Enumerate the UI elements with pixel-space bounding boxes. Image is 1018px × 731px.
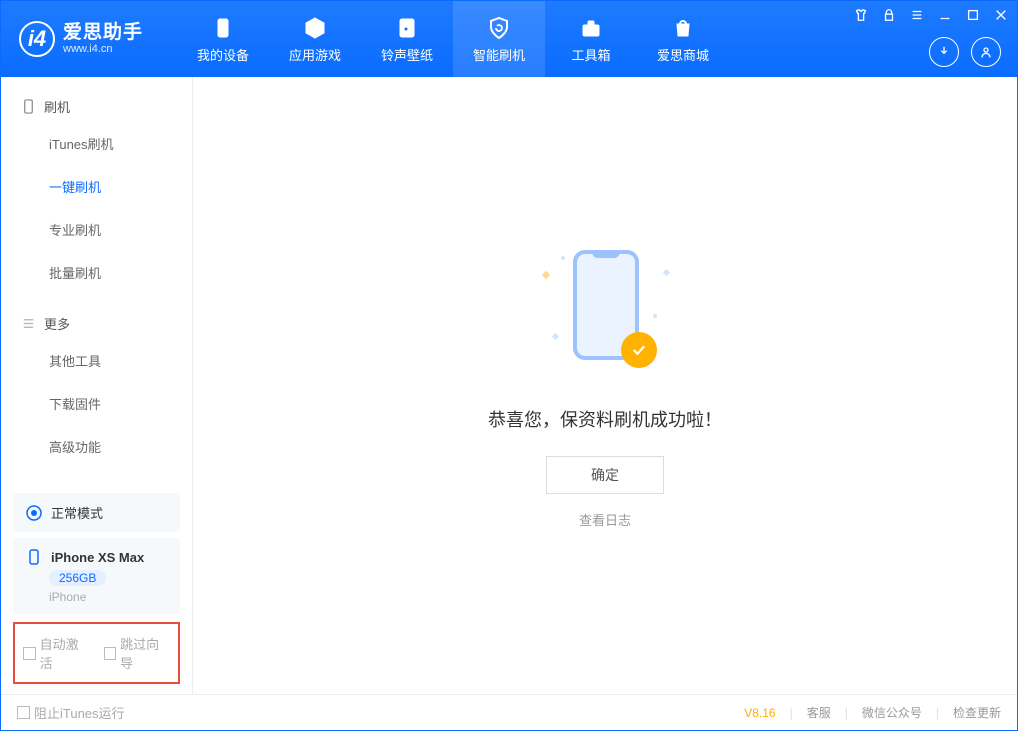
- sidebar-section-title: 更多: [44, 314, 70, 333]
- checkbox-icon: [17, 706, 30, 719]
- nav-label: 应用游戏: [289, 45, 341, 64]
- ok-button[interactable]: 确定: [546, 456, 664, 494]
- checkbox-label: 阻止iTunes运行: [34, 703, 125, 722]
- main-content: 恭喜您，保资料刷机成功啦！ 确定 查看日志: [193, 77, 1017, 694]
- header-right-buttons: [929, 37, 1001, 67]
- checkbox-label: 自动激活: [40, 634, 90, 672]
- version-label: V8.16: [744, 706, 775, 720]
- body: 刷机 iTunes刷机 一键刷机 专业刷机 批量刷机 更多 其他工具 下载固件: [1, 77, 1017, 694]
- sidebar-item-one-click-flash[interactable]: 一键刷机: [1, 165, 192, 208]
- checkbox-auto-activate[interactable]: 自动激活: [23, 634, 90, 672]
- tshirt-icon[interactable]: [853, 7, 869, 23]
- app-window: i4 爱思助手 www.i4.cn 我的设备 应用游戏 铃声壁纸 智能刷机: [0, 0, 1018, 731]
- download-button[interactable]: [929, 37, 959, 67]
- checkbox-icon: [104, 647, 117, 660]
- sidebar-section-flash: 刷机 iTunes刷机 一键刷机 专业刷机 批量刷机: [1, 77, 192, 294]
- header: i4 爱思助手 www.i4.cn 我的设备 应用游戏 铃声壁纸 智能刷机: [1, 1, 1017, 77]
- minimize-icon[interactable]: [937, 7, 953, 23]
- app-url: www.i4.cn: [63, 43, 143, 55]
- nav-apps-games[interactable]: 应用游戏: [269, 1, 361, 77]
- sidebar-header-flash: 刷机: [1, 91, 192, 122]
- phone-icon: [210, 15, 236, 41]
- sidebar-item-itunes-flash[interactable]: iTunes刷机: [1, 122, 192, 165]
- sidebar-item-other-tools[interactable]: 其他工具: [1, 339, 192, 382]
- sidebar: 刷机 iTunes刷机 一键刷机 专业刷机 批量刷机 更多 其他工具 下载固件: [1, 77, 193, 694]
- bag-icon: [670, 15, 696, 41]
- device-mode-card[interactable]: 正常模式: [13, 493, 180, 532]
- device-icon: [25, 548, 43, 566]
- checkbox-block-itunes[interactable]: 阻止iTunes运行: [17, 703, 125, 722]
- sidebar-item-download-firmware[interactable]: 下载固件: [1, 382, 192, 425]
- device-type: iPhone: [49, 590, 86, 604]
- device-mode: 正常模式: [51, 503, 103, 522]
- maximize-icon[interactable]: [965, 7, 981, 23]
- menu-icon[interactable]: [909, 7, 925, 23]
- checkbox-skip-guide[interactable]: 跳过向导: [104, 634, 171, 672]
- logo: i4 爱思助手 www.i4.cn: [1, 1, 161, 77]
- lock-icon[interactable]: [881, 7, 897, 23]
- device-storage: 256GB: [49, 570, 106, 586]
- support-link[interactable]: 客服: [807, 704, 831, 721]
- checkbox-icon: [23, 647, 36, 660]
- toolbox-icon: [578, 15, 604, 41]
- device-info-card[interactable]: iPhone XS Max 256GB iPhone: [13, 538, 180, 614]
- wechat-link[interactable]: 微信公众号: [862, 704, 922, 721]
- nav-store[interactable]: 爱思商城: [637, 1, 729, 77]
- nav-my-device[interactable]: 我的设备: [177, 1, 269, 77]
- bottom-options-highlighted: 自动激活 跳过向导: [13, 622, 180, 684]
- top-nav: 我的设备 应用游戏 铃声壁纸 智能刷机 工具箱 爱思商城: [177, 1, 729, 77]
- nav-toolbox[interactable]: 工具箱: [545, 1, 637, 77]
- checkbox-label: 跳过向导: [120, 634, 170, 672]
- logo-icon: i4: [19, 21, 55, 57]
- nav-ringtones-wallpapers[interactable]: 铃声壁纸: [361, 1, 453, 77]
- window-controls: [853, 7, 1009, 23]
- device-name: iPhone XS Max: [51, 550, 144, 565]
- check-update-link[interactable]: 检查更新: [953, 704, 1001, 721]
- list-icon: [21, 316, 36, 331]
- view-log-link[interactable]: 查看日志: [579, 510, 631, 529]
- check-circle-icon: [621, 332, 657, 368]
- nav-label: 铃声壁纸: [381, 45, 433, 64]
- success-message: 恭喜您，保资料刷机成功啦！: [488, 406, 722, 432]
- app-name: 爱思助手: [63, 23, 143, 44]
- nav-label: 我的设备: [197, 45, 249, 64]
- success-illustration: [535, 242, 675, 382]
- nav-label: 工具箱: [572, 45, 611, 64]
- device-icon: [21, 99, 36, 114]
- mode-icon: [25, 504, 43, 522]
- nav-label: 爱思商城: [657, 45, 709, 64]
- nav-label: 智能刷机: [473, 45, 525, 64]
- sidebar-item-pro-flash[interactable]: 专业刷机: [1, 208, 192, 251]
- user-button[interactable]: [971, 37, 1001, 67]
- cube-icon: [302, 15, 328, 41]
- sidebar-item-advanced[interactable]: 高级功能: [1, 425, 192, 468]
- sidebar-section-title: 刷机: [44, 97, 70, 116]
- device-panel: 正常模式 iPhone XS Max 256GB iPhone 自动激活: [1, 487, 192, 694]
- close-icon[interactable]: [993, 7, 1009, 23]
- sidebar-section-more: 更多 其他工具 下载固件 高级功能: [1, 294, 192, 468]
- music-file-icon: [394, 15, 420, 41]
- sidebar-item-batch-flash[interactable]: 批量刷机: [1, 251, 192, 294]
- footer: 阻止iTunes运行 V8.16 | 客服 | 微信公众号 | 检查更新: [1, 694, 1017, 730]
- nav-smart-flash[interactable]: 智能刷机: [453, 1, 545, 77]
- shield-refresh-icon: [486, 15, 512, 41]
- sidebar-header-more: 更多: [1, 308, 192, 339]
